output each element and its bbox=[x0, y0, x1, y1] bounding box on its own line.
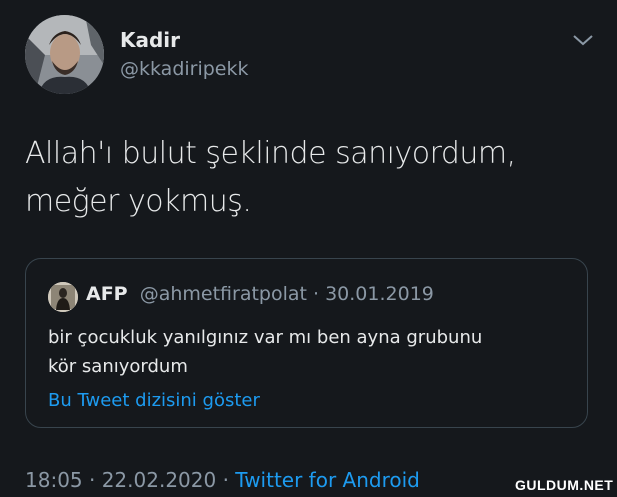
tweet-line-2: meğer yokmuş. bbox=[25, 184, 252, 219]
author-avatar[interactable] bbox=[25, 15, 104, 94]
tweet-source-link[interactable]: Twitter for Android bbox=[235, 468, 420, 492]
quoted-tweet-text: bir çocukluk yanılgınız var mı ben ayna … bbox=[48, 323, 568, 381]
quoted-author-avatar bbox=[48, 282, 78, 312]
quoted-handle-date: @ahmetfiratpolat · 30.01.2019 bbox=[134, 283, 434, 305]
quoted-header: AFP @ahmetfiratpolat · 30.01.2019 bbox=[86, 283, 434, 305]
tweet-timestamp[interactable]: 18:05 · 22.02.2020 · bbox=[25, 468, 235, 492]
show-thread-link[interactable]: Bu Tweet dizisini göster bbox=[48, 390, 260, 411]
tweet-line-1: Allah'ı bulut şeklinde sanıyordum, bbox=[25, 136, 516, 171]
author-avatar-image bbox=[25, 15, 104, 94]
quoted-handle-date-text: @ahmetfiratpolat · 30.01.2019 bbox=[139, 283, 434, 305]
quoted-avatar-image bbox=[48, 282, 78, 312]
quoted-author-name: AFP bbox=[86, 283, 128, 305]
quoted-line-2: kör sanıyordum bbox=[48, 356, 188, 377]
author-name[interactable]: Kadir bbox=[120, 28, 180, 52]
quoted-tweet-card[interactable]: AFP @ahmetfiratpolat · 30.01.2019 bir ço… bbox=[25, 258, 588, 428]
author-handle[interactable]: @kkadiripekk bbox=[120, 58, 249, 80]
watermark: GULDUM.NET bbox=[515, 477, 614, 493]
tweet-footer: 18:05 · 22.02.2020 · Twitter for Android bbox=[25, 468, 420, 492]
quoted-line-1: bir çocukluk yanılgınız var mı ben ayna … bbox=[48, 327, 483, 348]
tweet-text: Allah'ı bulut şeklinde sanıyordum, meğer… bbox=[25, 130, 585, 226]
chevron-down-icon[interactable] bbox=[570, 30, 596, 50]
